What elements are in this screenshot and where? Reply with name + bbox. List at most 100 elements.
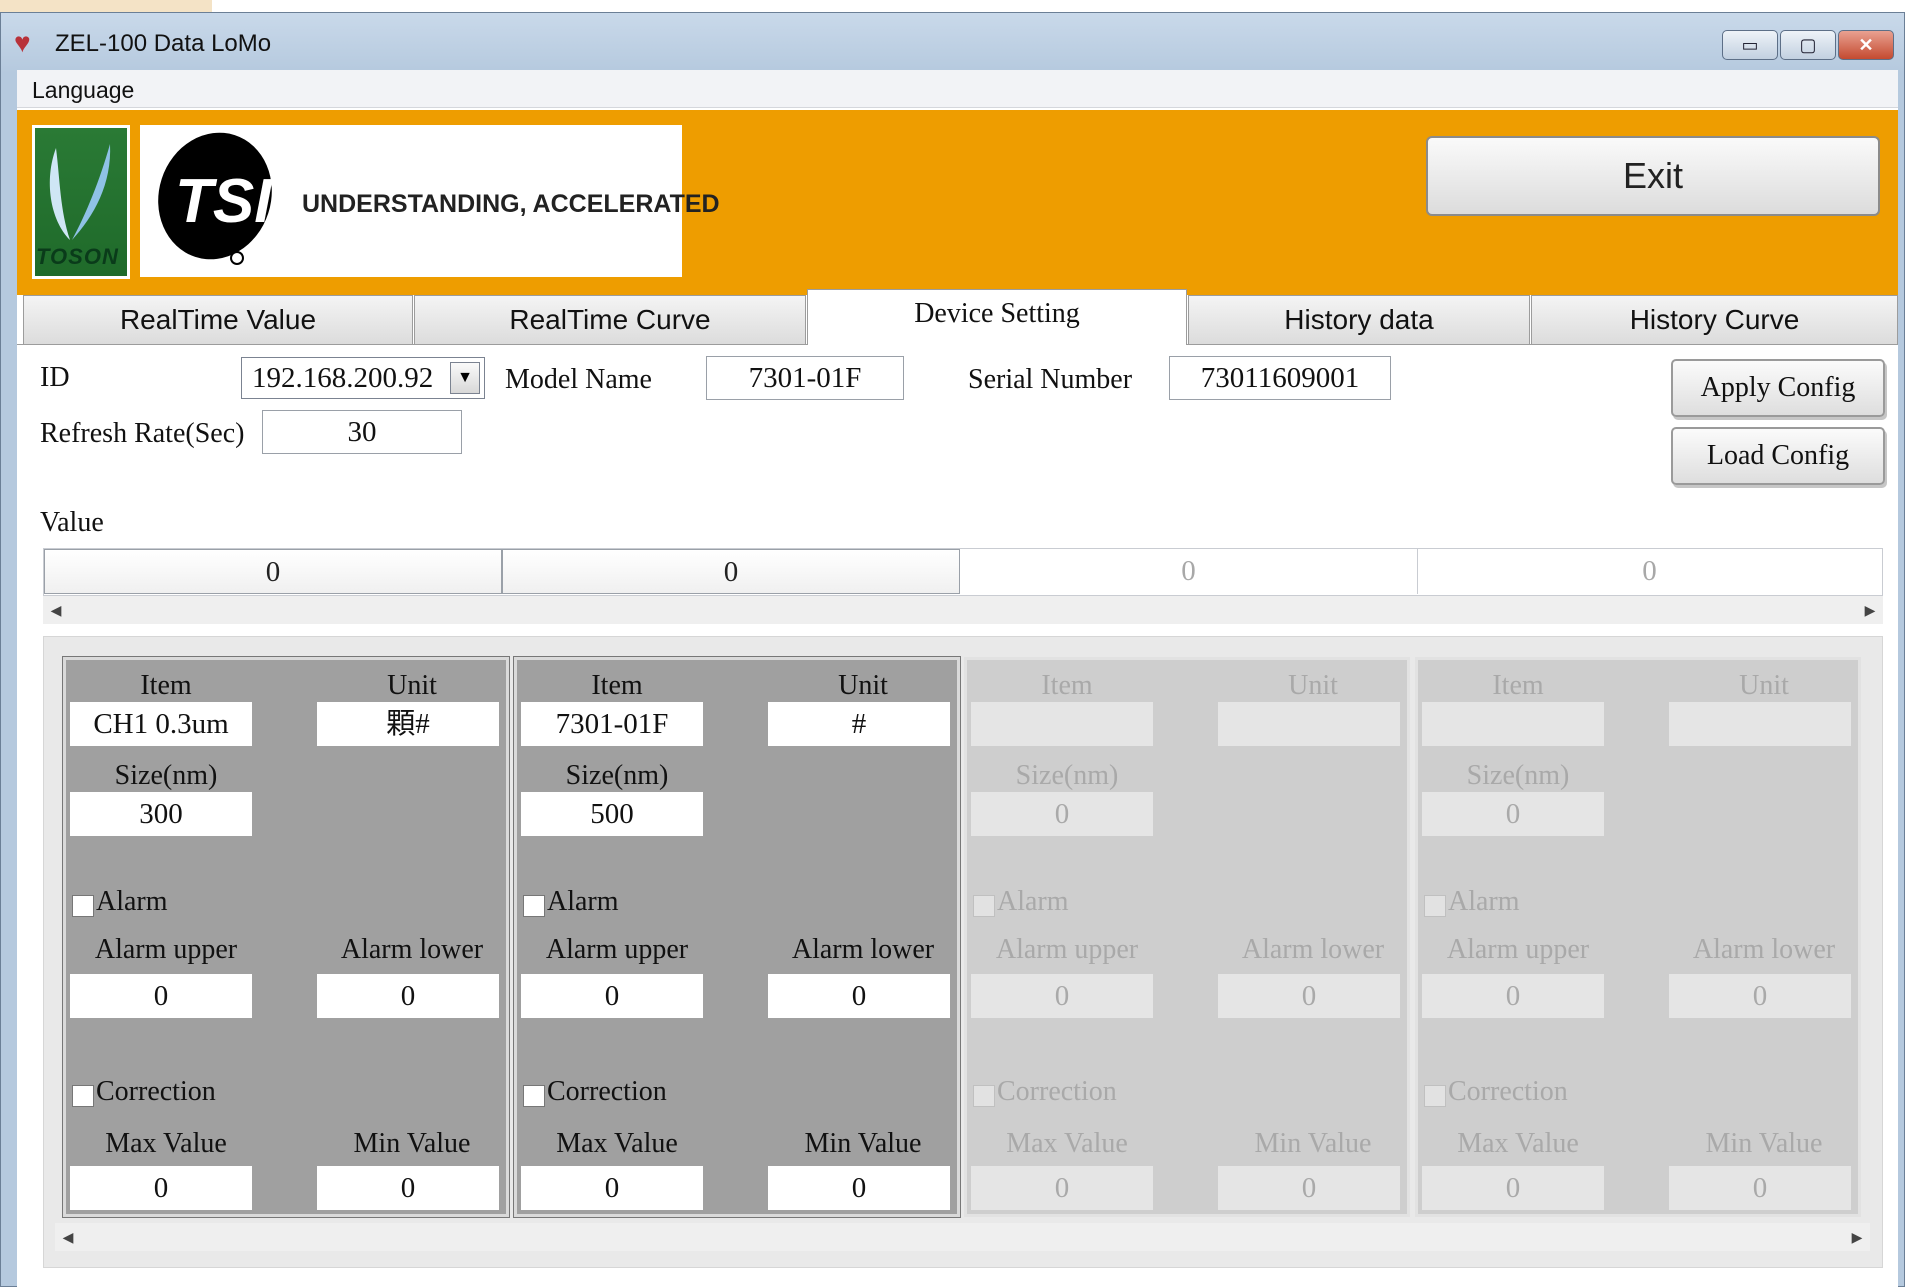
alarm-label: Alarm xyxy=(96,886,168,917)
top-strip xyxy=(0,0,1905,12)
apply-config-button[interactable]: Apply Config xyxy=(1671,359,1885,417)
unit-field xyxy=(1669,702,1851,746)
model-name-label: Model Name xyxy=(505,364,652,395)
alarm-lower-label: Alarm lower xyxy=(1241,934,1385,965)
serial-number-label: Serial Number xyxy=(968,364,1133,395)
menu-language[interactable]: Language xyxy=(32,73,134,108)
alarm-checkbox[interactable] xyxy=(523,895,545,917)
correction-label: Correction xyxy=(547,1076,667,1107)
unit-label: Unit xyxy=(838,670,888,701)
maximize-button[interactable]: ▢ xyxy=(1780,30,1836,60)
alarm-lower-field[interactable]: 0 xyxy=(768,974,950,1018)
model-name-field[interactable]: 7301-01F xyxy=(706,356,904,400)
unit-field[interactable]: 顆# xyxy=(317,702,499,746)
min-value-field: 0 xyxy=(1669,1166,1851,1210)
alarm-lower-field[interactable]: 0 xyxy=(317,974,499,1018)
menu-bar xyxy=(17,70,1898,108)
unit-label: Unit xyxy=(387,670,437,701)
tab-history-curve[interactable]: History Curve xyxy=(1531,295,1898,345)
alarm-label: Alarm xyxy=(1448,886,1520,917)
title-bar[interactable] xyxy=(0,12,1905,70)
window-title: ZEL-100 Data LoMo xyxy=(55,30,272,57)
refresh-rate-field[interactable]: 30 xyxy=(262,410,462,454)
channel-scrollbar[interactable]: ◀ ▶ xyxy=(55,1223,1870,1251)
item-label: Item xyxy=(140,670,192,701)
channel-panel: Item Unit Size(nm) 0 Alarm Alarm upper Alarm l… xyxy=(1415,657,1861,1217)
item-field[interactable]: CH1 0.3um xyxy=(70,702,252,746)
correction-checkbox xyxy=(973,1085,995,1107)
load-config-button[interactable]: Load Config xyxy=(1671,427,1885,485)
size-label: Size(nm) xyxy=(565,760,669,791)
alarm-upper-label: Alarm upper xyxy=(1446,934,1590,965)
max-value-label: Max Value xyxy=(1457,1128,1579,1159)
toson-leaf-icon xyxy=(49,144,111,240)
scroll-right-icon[interactable]: ▶ xyxy=(1846,1223,1868,1251)
min-value-label: Min Value xyxy=(353,1128,471,1159)
alarm-lower-field: 0 xyxy=(1218,974,1400,1018)
item-label: Item xyxy=(1492,670,1544,701)
unit-label: Unit xyxy=(1739,670,1789,701)
size-label: Size(nm) xyxy=(114,760,218,791)
value-cell: 0 xyxy=(502,549,960,594)
toson-wordmark: TOSON xyxy=(36,244,119,269)
size-label: Size(nm) xyxy=(1466,760,1570,791)
tsi-logo-icon: TSI xyxy=(158,132,273,265)
unit-field[interactable]: # xyxy=(768,702,950,746)
correction-label: Correction xyxy=(1448,1076,1568,1107)
scroll-left-icon[interactable]: ◀ xyxy=(45,596,67,624)
svg-text:TSI: TSI xyxy=(175,167,273,236)
exit-button[interactable]: Exit xyxy=(1426,136,1880,216)
min-value-label: Min Value xyxy=(804,1128,922,1159)
close-button[interactable]: ✕ xyxy=(1838,30,1894,60)
item-label: Item xyxy=(591,670,643,701)
max-value-label: Max Value xyxy=(1006,1128,1128,1159)
alarm-upper-field[interactable]: 0 xyxy=(521,974,703,1018)
alarm-checkbox xyxy=(973,895,995,917)
channel-panel: Item Unit Size(nm) 0 Alarm Alarm upper Alarm l… xyxy=(964,657,1410,1217)
value-cell: 0 xyxy=(1642,555,1657,587)
correction-label: Correction xyxy=(997,1076,1117,1107)
alarm-checkbox[interactable] xyxy=(72,895,94,917)
unit-label: Unit xyxy=(1288,670,1338,701)
max-value-field[interactable]: 0 xyxy=(521,1166,703,1210)
id-value: 192.168.200.92 xyxy=(252,362,434,394)
value-scrollbar[interactable]: ◀ ▶ xyxy=(43,596,1883,624)
size-field[interactable]: 300 xyxy=(70,792,252,836)
minimize-button[interactable]: ▭ xyxy=(1722,30,1778,60)
size-field[interactable]: 500 xyxy=(521,792,703,836)
correction-label: Correction xyxy=(96,1076,216,1107)
min-value-field: 0 xyxy=(1218,1166,1400,1210)
value-label: Value xyxy=(40,507,104,538)
correction-checkbox[interactable] xyxy=(72,1085,94,1107)
max-value-field[interactable]: 0 xyxy=(70,1166,252,1210)
size-field: 0 xyxy=(971,792,1153,836)
value-cell: 0 xyxy=(960,549,1418,594)
serial-number-field[interactable]: 73011609001 xyxy=(1169,356,1391,400)
min-value-field[interactable]: 0 xyxy=(768,1166,950,1210)
alarm-upper-label: Alarm upper xyxy=(995,934,1139,965)
tab-realtime-value[interactable]: RealTime Value xyxy=(23,295,413,345)
tsi-slogan: UNDERSTANDING, ACCELERATED xyxy=(302,190,720,218)
alarm-upper-field: 0 xyxy=(1422,974,1604,1018)
scroll-left-icon[interactable]: ◀ xyxy=(57,1223,79,1251)
tab-history-data[interactable]: History data xyxy=(1188,295,1530,345)
dropdown-arrow-icon[interactable]: ▼ xyxy=(450,362,480,394)
refresh-rate-label: Refresh Rate(Sec) xyxy=(40,418,245,449)
correction-checkbox[interactable] xyxy=(523,1085,545,1107)
item-field xyxy=(1422,702,1604,746)
max-value-field: 0 xyxy=(971,1166,1153,1210)
alarm-upper-field[interactable]: 0 xyxy=(70,974,252,1018)
alarm-label: Alarm xyxy=(547,886,619,917)
max-value-label: Max Value xyxy=(556,1128,678,1159)
correction-checkbox xyxy=(1424,1085,1446,1107)
size-field: 0 xyxy=(1422,792,1604,836)
item-field[interactable]: 7301-01F xyxy=(521,702,703,746)
max-value-field: 0 xyxy=(1422,1166,1604,1210)
tab-realtime-curve[interactable]: RealTime Curve xyxy=(414,295,806,345)
min-value-field[interactable]: 0 xyxy=(317,1166,499,1210)
scroll-right-icon[interactable]: ▶ xyxy=(1859,596,1881,624)
size-label: Size(nm) xyxy=(1015,760,1119,791)
channel-panel: Item Unit 7301-01F # Size(nm) 500 Alarm Alarm u… xyxy=(513,656,961,1218)
min-value-label: Min Value xyxy=(1705,1128,1823,1159)
tab-device-setting[interactable]: Device Setting xyxy=(807,289,1187,345)
